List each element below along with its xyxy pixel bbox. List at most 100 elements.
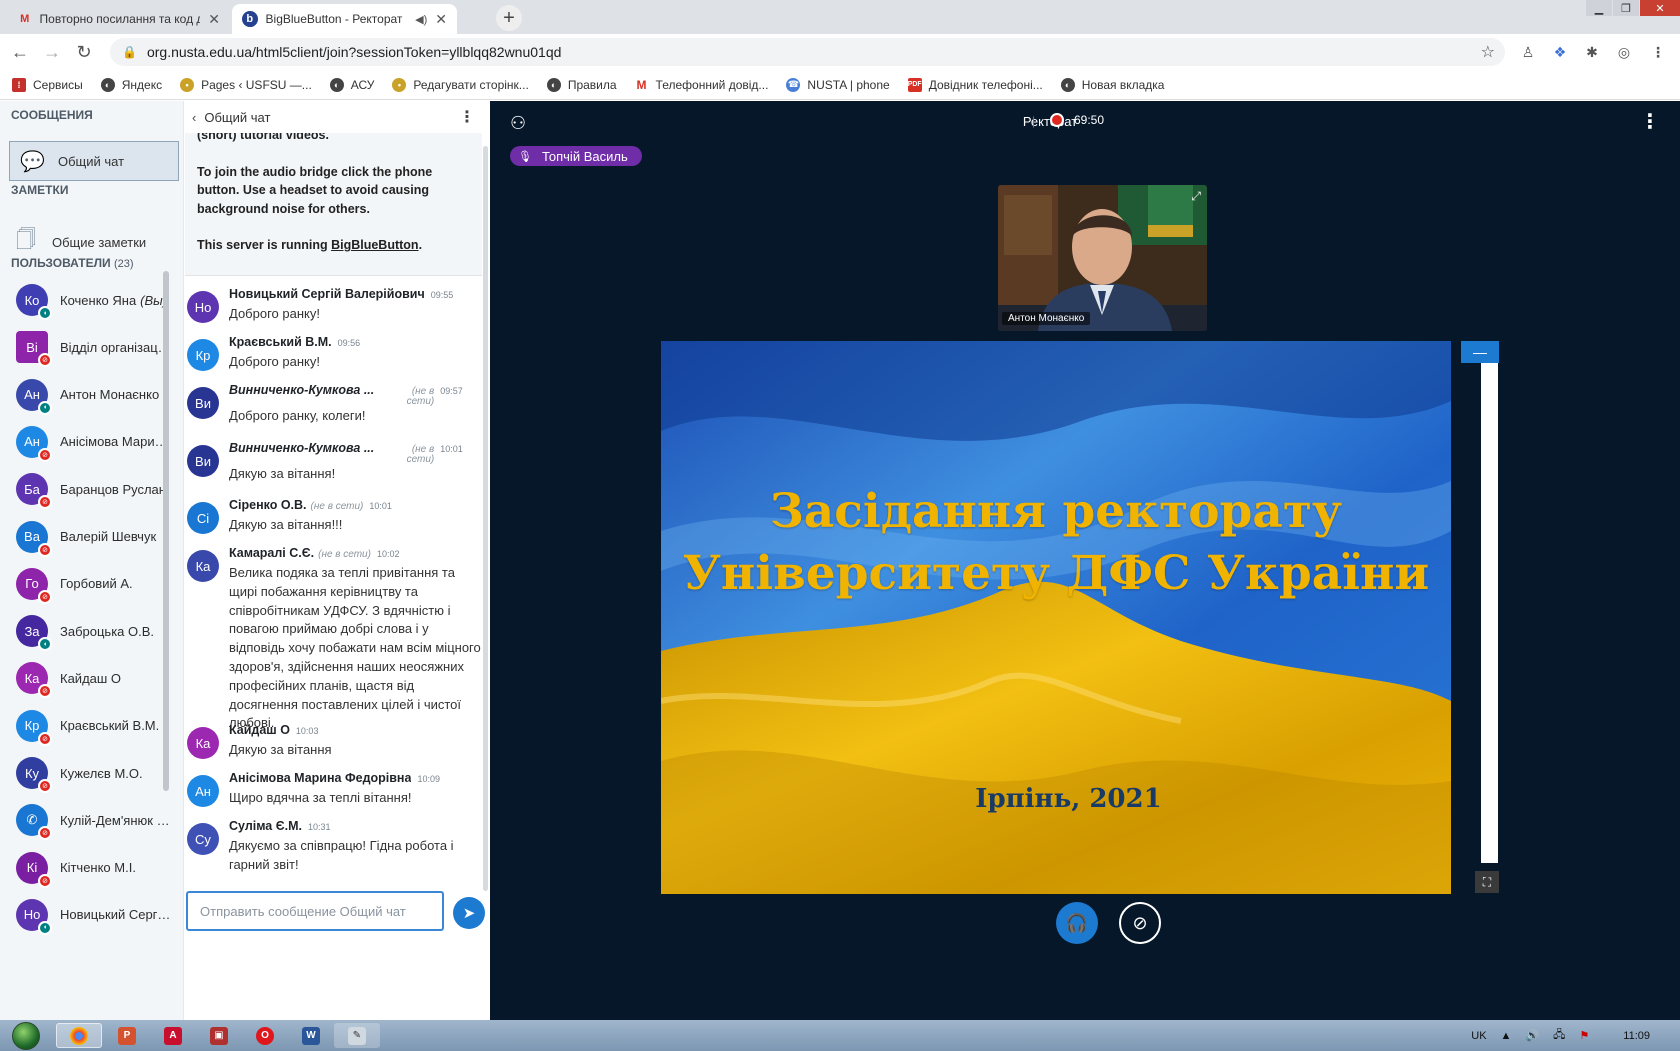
user-list-item[interactable]: Ка ⊘ Кайдаш О (16, 656, 174, 700)
user-list-item[interactable]: Но ◖ Новицький Сергій... (16, 893, 174, 937)
bookmark-item[interactable]: ☎ NUSTA | phone (786, 77, 890, 92)
flag-alert-icon[interactable]: ⚑ (1579, 1029, 1589, 1042)
avatar-initials: Ви (195, 453, 211, 469)
taskbar-opera[interactable]: O (242, 1023, 288, 1048)
message-header: Краєвський В.М. 09:56 (229, 335, 482, 349)
bookmark-item[interactable]: • Pages ‹ USFSU —... (180, 77, 312, 92)
bigbluebutton-link[interactable]: BigBlueButton (331, 238, 418, 252)
close-tab-icon[interactable]: ✕ (208, 11, 220, 28)
user-list-item[interactable]: Го ⊘ Горбовий А. (16, 562, 174, 606)
bookmark-item[interactable]: ◐ Яндекс (100, 77, 162, 92)
network-icon[interactable]: 🖧 (1553, 1026, 1565, 1045)
new-tab-button[interactable]: + (496, 5, 522, 31)
volume-icon[interactable]: 🔊 (1525, 1029, 1539, 1042)
maximize-icon[interactable]: ❐ (1613, 0, 1639, 16)
bookmark-item[interactable]: ◐ АСУ (329, 77, 374, 92)
options-menu-icon[interactable]: ⋮ (1640, 109, 1660, 134)
user-list-item[interactable]: Ва ⊘ Валерій Шевчук (16, 515, 174, 559)
taskbar-acrobat[interactable]: A (150, 1023, 196, 1048)
user-list-scrollbar[interactable] (163, 271, 169, 791)
bookmark-star-icon[interactable]: ☆ (1481, 42, 1495, 62)
browser-menu-icon[interactable]: ⋮ (1646, 40, 1670, 64)
bookmark-item[interactable]: M Телефонний довід... (635, 78, 769, 92)
address-bar[interactable]: 🔒 org.nusta.edu.ua/html5client/join?sess… (110, 38, 1505, 66)
user-list-item[interactable]: ✆ ⊘ Кулій-Дем'янюк Ю. (16, 798, 174, 842)
message-time: 09:57 (440, 386, 463, 396)
audio-button[interactable]: 🎧 (1056, 902, 1098, 944)
user-list-item[interactable]: Кі ⊘ Кітченко М.І. (16, 846, 174, 890)
bookmark-item[interactable]: PDF Довідник телефоні... (907, 77, 1043, 92)
bookmark-item[interactable]: • Редагувати сторінк... (392, 77, 529, 92)
chat-scrollbar[interactable] (483, 146, 488, 891)
user-list-item[interactable]: За ◖ Заброцька О.В. (16, 609, 174, 653)
document-viewer-icon: ▣ (210, 1026, 228, 1045)
shared-notes-label: Общие заметки (51, 234, 147, 250)
chat-title[interactable]: Общий чат (204, 110, 270, 125)
minimize-presentation-button[interactable]: — (1461, 341, 1499, 363)
taskbar-app[interactable]: ▣ (196, 1023, 242, 1048)
close-window-icon[interactable]: ✕ (1640, 0, 1680, 16)
public-chat-item[interactable]: 💬 Общий чат (9, 141, 179, 181)
user-list-item[interactable]: Ан ◖ Антон Монаєнко (16, 373, 174, 417)
sender-name: Винниченко-Кумкова ... (229, 441, 375, 455)
pdf-icon: PDF (907, 77, 922, 92)
offline-label: (не в сети) (406, 386, 435, 407)
user-name: Кітченко М.І. (60, 860, 136, 876)
talking-indicator[interactable]: 🎙 Топчій Василь (510, 146, 642, 166)
presentation-slide[interactable]: Засідання ректорату Університету ДФС Укр… (661, 341, 1451, 894)
bookmark-item[interactable]: ⁞ Сервисы (12, 77, 83, 92)
minimize-icon[interactable]: ▁ (1586, 0, 1612, 16)
tab-bigbluebutton[interactable]: b BigBlueButton - Ректорат ◀) ✕ (232, 4, 457, 34)
clock[interactable]: 11:09 (1623, 1030, 1650, 1042)
messages-header: СООБЩЕНИЯ (11, 108, 93, 122)
message-body: Анісімова Марина Федорівна 10:09 Щиро вдяч… (229, 771, 482, 808)
back-icon[interactable]: ← (4, 36, 36, 68)
user-list-item[interactable]: Ку ⊘ Кужелєв М.О. (16, 751, 174, 795)
shared-notes-item[interactable]: 🗍 Общие заметки (16, 225, 146, 259)
webcam-video[interactable]: ⤢ Антон Монаєнко (998, 185, 1207, 331)
taskbar-powerpoint[interactable]: P (104, 1023, 150, 1048)
avatar: Ка (187, 727, 219, 759)
user-list-item[interactable]: Ко ◖ Коченко Яна (Вы) (16, 278, 174, 322)
start-button[interactable] (6, 1020, 46, 1051)
expand-video-icon[interactable]: ⤢ (1191, 189, 1201, 204)
avatar-initials: Ві (26, 339, 38, 355)
bookmark-item[interactable]: ◐ Новая вкладка (1060, 77, 1164, 92)
close-tab-icon[interactable]: ✕ (435, 11, 447, 28)
audio-playing-icon[interactable]: ◀) (415, 13, 427, 26)
user-list-item[interactable]: Ан ⊘ Анісімова Марин... (16, 420, 174, 464)
avatar-initials: Су (195, 831, 211, 847)
webcam-user-name: Антон Монаєнко (1002, 312, 1091, 325)
profile-avatar-icon[interactable]: ◎ (1612, 40, 1636, 64)
chat-options-icon[interactable]: ⋮ (459, 107, 475, 127)
taskbar-word[interactable]: W (288, 1023, 334, 1048)
chevron-left-icon[interactable]: ‹ (192, 110, 196, 125)
message-text: Велика подяка за теплі привітання та щир… (229, 565, 481, 731)
recording-indicator[interactable]: 69:50 (1050, 113, 1104, 127)
user-list-item[interactable]: Ба ⊘ Баранцов Руслан (16, 467, 174, 511)
taskbar-chrome[interactable] (56, 1023, 102, 1048)
chat-message-input[interactable]: Отправить сообщение Общий чат (186, 891, 444, 931)
extensions-puzzle-icon[interactable]: ✱ (1580, 40, 1604, 64)
taskbar-app[interactable]: ✎ (334, 1023, 380, 1048)
language-indicator[interactable]: UK (1471, 1030, 1486, 1042)
user-list-item[interactable]: Ві ⊘ Відділ організації ... (16, 325, 174, 369)
apps-grid-icon: ⁞ (12, 77, 26, 92)
user-list-item[interactable]: Кр ⊘ Краєвський В.М. (16, 704, 174, 748)
extension-icon[interactable]: ❖ (1548, 40, 1572, 64)
muted-mic-icon: ⊘ (38, 731, 52, 746)
tray-expand-icon[interactable]: ▲ (1501, 1030, 1512, 1042)
phone-site-icon: ☎ (786, 77, 801, 92)
send-message-button[interactable]: ➤ (453, 897, 485, 929)
extension-icon[interactable]: ♙ (1516, 40, 1540, 64)
tab-gmail[interactable]: M Повторно посилання та код дос ✕ (8, 4, 230, 34)
offline-label: (не в сети) (406, 444, 435, 465)
headphones-icon: 🎧 (1065, 912, 1089, 933)
fullscreen-button[interactable]: ⛶ (1475, 871, 1499, 893)
forward-icon[interactable]: → (36, 36, 68, 68)
reload-icon[interactable]: ↻ (68, 36, 100, 68)
bookmark-item[interactable]: ◐ Правила (546, 77, 617, 92)
user-icon[interactable]: ⚇ (510, 113, 526, 134)
share-webcam-button[interactable]: ⊘ (1119, 902, 1161, 944)
message-text: Дякую за вітання (229, 742, 332, 757)
